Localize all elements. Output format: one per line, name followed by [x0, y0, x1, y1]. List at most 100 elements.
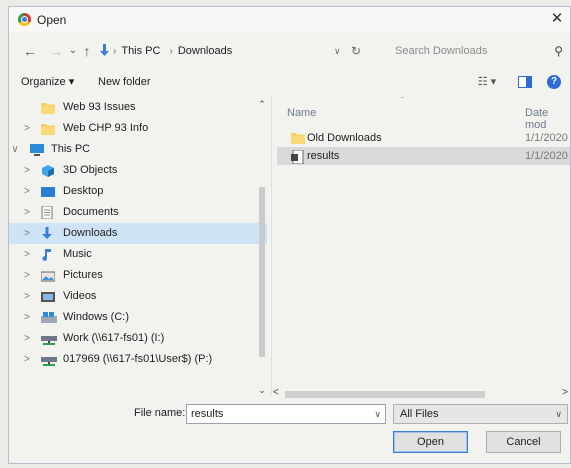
videos-icon [41, 290, 55, 302]
file-row[interactable]: results 1/1/2020 1 [277, 147, 570, 165]
new-folder-button[interactable]: New folder [98, 74, 151, 90]
file-name: results [307, 150, 340, 162]
sidebar-item[interactable]: > Windows (C:) [9, 307, 267, 328]
up-arrow-icon[interactable]: ↑ [79, 41, 95, 61]
sidebar-item-label: Music [63, 248, 92, 260]
file-date-modified: 1/1/2020 1 [525, 132, 570, 144]
3d-objects-icon [41, 164, 55, 177]
command-bar: Organize ▾ New folder ☷ ▾ ? [9, 69, 570, 95]
file-name-input[interactable]: results ∨ [186, 404, 386, 424]
sidebar-item-label: 017969 (\\617-fs01\User$) (P:) [63, 353, 213, 365]
downloads-icon [41, 227, 55, 239]
sidebar-item-label: Web CHP 93 Info [63, 122, 149, 134]
chrome-icon [18, 13, 31, 26]
breadcrumb-this-pc[interactable]: This PC [121, 45, 160, 57]
network-drive-icon [41, 332, 57, 345]
address-dropdown-icon[interactable]: ∨ [334, 41, 341, 61]
navigation-pane-scrollbar[interactable] [259, 187, 265, 357]
close-button[interactable]: ✕ [546, 9, 568, 29]
sidebar-item[interactable]: > Downloads [9, 223, 267, 244]
scroll-right-icon[interactable]: > [562, 387, 568, 398]
sidebar-item-label: 3D Objects [63, 164, 118, 176]
change-view-button[interactable]: ☷ ▾ [471, 74, 503, 90]
collapse-chevron-icon[interactable]: > [21, 160, 33, 181]
music-icon [41, 248, 55, 261]
recent-locations-chevron-icon[interactable]: ⌄ [67, 41, 79, 61]
file-type-select[interactable]: All Files ∨ [393, 404, 568, 424]
sidebar-item[interactable]: Web 93 Issues [9, 97, 267, 118]
downloads-icon [100, 44, 109, 56]
sort-indicator-icon: ⌃ [399, 97, 406, 104]
file-name-dropdown-icon[interactable]: ∨ [374, 405, 381, 423]
sidebar-item[interactable]: > Music [9, 244, 267, 265]
refresh-icon[interactable]: ↻ [351, 41, 361, 61]
collapse-chevron-icon[interactable]: > [21, 202, 33, 223]
collapse-chevron-icon[interactable]: > [21, 349, 33, 370]
documents-icon [41, 205, 55, 220]
folder-icon [41, 122, 55, 135]
breadcrumb-separator: › [113, 46, 117, 57]
sidebar-item[interactable]: > Web CHP 93 Info [9, 118, 267, 139]
search-placeholder: Search Downloads [395, 45, 488, 57]
column-header-date-modified[interactable]: Date mod [525, 107, 570, 131]
search-icon: ⚲ [554, 44, 563, 58]
collapse-chevron-icon[interactable]: > [21, 328, 33, 349]
pane-divider[interactable] [271, 95, 272, 395]
sidebar-item[interactable]: > Documents [9, 202, 267, 223]
file-name-value: results [191, 408, 224, 420]
sidebar-item[interactable]: > Work (\\617-fs01) (I:) [9, 328, 267, 349]
title-bar: Open ✕ [9, 7, 570, 33]
file-name-label: File name: [134, 407, 186, 419]
file-list: Name ⌃ Date mod Old Downloads1/1/2020 1r… [277, 97, 570, 387]
sidebar-item-label: Work (\\617-fs01) (I:) [63, 332, 165, 344]
navigation-bar: ← → ⌄ ↑ › This PC › Downloads ∨ ↻ Search Do… [9, 37, 570, 65]
collapse-chevron-icon[interactable]: > [21, 181, 33, 202]
breadcrumb-separator: › [169, 46, 173, 57]
open-button[interactable]: Open [393, 431, 468, 453]
desktop-icon [41, 185, 55, 197]
collapse-chevron-icon[interactable]: > [21, 265, 33, 286]
file-icon [291, 149, 305, 165]
pictures-icon [40, 269, 56, 282]
address-bar[interactable]: › This PC › Downloads [100, 41, 369, 61]
open-dialog: Open ✕ ← → ⌄ ↑ › This PC › Downloads ∨ ↻ Se… [8, 6, 571, 464]
collapse-chevron-icon[interactable]: > [21, 223, 33, 244]
file-list-horizontal-scrollbar[interactable]: < > [271, 387, 570, 401]
sidebar-item-label: Downloads [63, 227, 118, 239]
column-header-name[interactable]: Name [287, 107, 316, 119]
sidebar-item[interactable]: ∨ This PC [9, 139, 267, 160]
back-arrow-icon[interactable]: ← [21, 41, 39, 61]
sidebar-item[interactable]: >3D Objects [9, 160, 267, 181]
collapse-chevron-icon[interactable]: > [21, 307, 33, 328]
file-date-modified: 1/1/2020 1 [525, 150, 570, 162]
sidebar-item[interactable]: > Videos [9, 286, 267, 307]
network-drive-icon [41, 353, 57, 366]
sidebar-item-label: Videos [63, 290, 97, 302]
folder-icon [41, 101, 55, 114]
file-type-dropdown-icon: ∨ [555, 409, 562, 419]
collapse-chevron-icon[interactable]: > [21, 286, 33, 307]
collapse-chevron-icon[interactable]: > [21, 118, 33, 139]
sidebar-item-label: Desktop [63, 185, 104, 197]
sidebar-item[interactable]: >017969 (\\617-fs01\User$) (P:) [9, 349, 267, 370]
folder-icon [291, 132, 305, 144]
sidebar-item[interactable]: > Pictures [9, 265, 267, 286]
pc-icon [29, 143, 44, 156]
file-row[interactable]: Old Downloads 1/1/2020 1 [277, 129, 570, 147]
sidebar-item-label: Web 93 Issues [63, 101, 136, 113]
help-icon[interactable]: ? [547, 75, 561, 89]
forward-arrow-icon[interactable]: → [47, 41, 65, 61]
scroll-down-icon[interactable]: ⌄ [257, 385, 267, 396]
expand-chevron-icon[interactable]: ∨ [9, 139, 21, 160]
sidebar-item-label: Pictures [63, 269, 103, 281]
cancel-button[interactable]: Cancel [486, 431, 561, 453]
horizontal-scroll-thumb[interactable] [285, 391, 485, 398]
organize-button[interactable]: Organize ▾ [21, 74, 74, 90]
sidebar-item[interactable]: > Desktop [9, 181, 267, 202]
collapse-chevron-icon[interactable]: > [21, 244, 33, 265]
search-input[interactable]: Search Downloads ⚲ [387, 41, 569, 61]
scroll-left-icon[interactable]: < [273, 387, 279, 398]
breadcrumb-downloads[interactable]: Downloads [178, 45, 232, 57]
scroll-up-icon[interactable]: ⌃ [257, 99, 267, 110]
preview-pane-icon[interactable] [518, 74, 532, 90]
